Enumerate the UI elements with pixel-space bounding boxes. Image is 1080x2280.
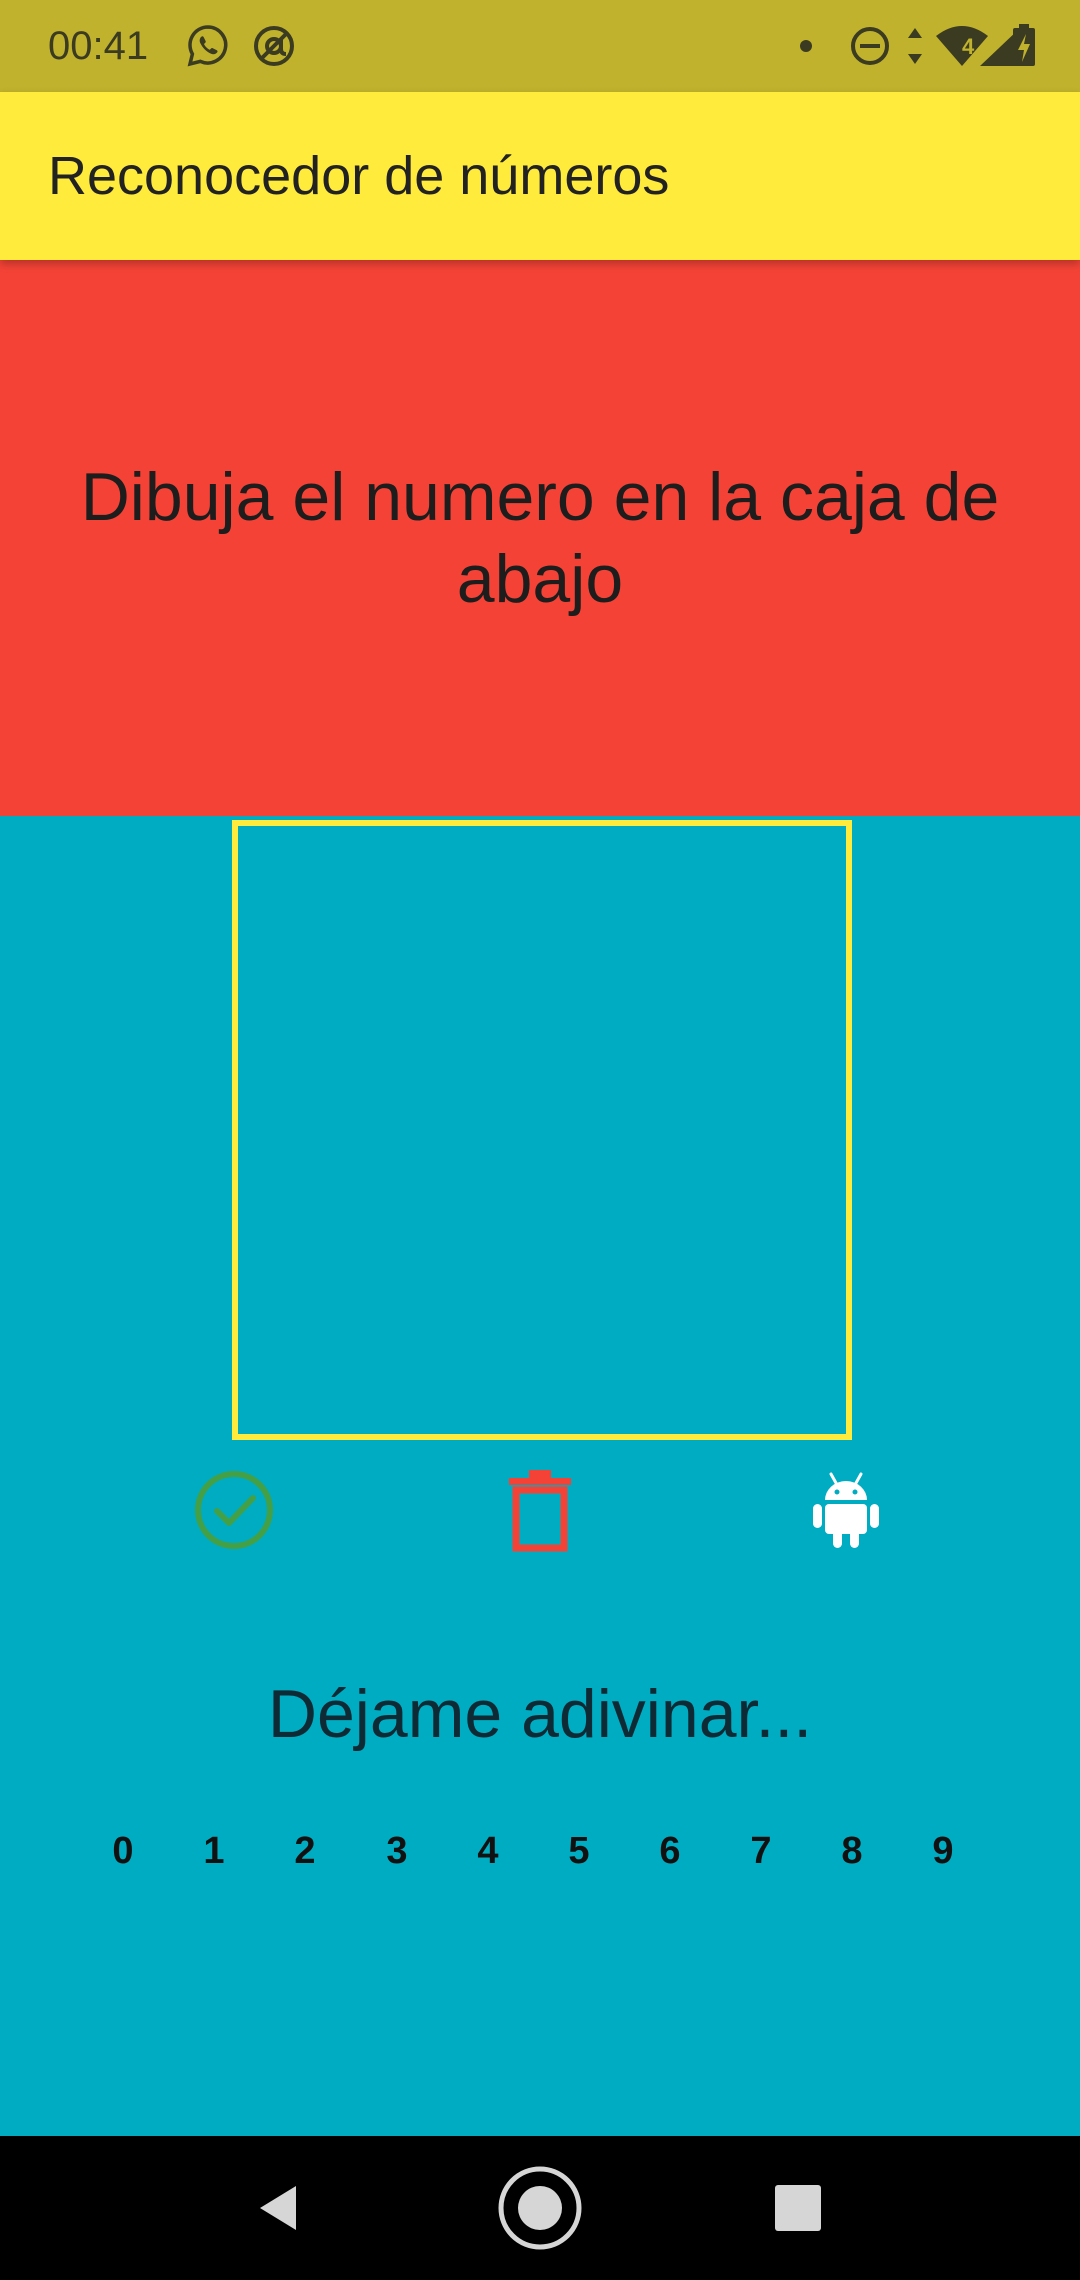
digit-4: 4	[477, 1830, 499, 1872]
navigation-bar	[0, 2136, 1080, 2280]
battery-charging-icon	[1013, 24, 1035, 66]
clear-button[interactable]	[492, 1462, 588, 1558]
digit-9: 9	[932, 1830, 954, 1872]
back-button[interactable]	[228, 2158, 328, 2258]
data-arrows-icon	[908, 28, 922, 64]
trash-icon	[509, 1470, 571, 1552]
digit-1: 1	[203, 1830, 225, 1872]
android-icon	[813, 1472, 879, 1548]
network-badge: 4	[962, 34, 975, 59]
digit-0: 0	[112, 1830, 134, 1872]
home-button[interactable]	[490, 2158, 590, 2258]
instruction-panel: Dibuja el numero en la caja de abajo	[0, 260, 1080, 816]
digit-8: 8	[841, 1830, 863, 1872]
app-title: Reconocedor de números	[48, 146, 670, 206]
at-sign-icon	[254, 26, 294, 66]
recents-icon	[775, 2185, 821, 2231]
digit-row: 0 1 2 3 4 5 6 7 8 9	[93, 1826, 1003, 1876]
home-icon	[498, 2166, 582, 2250]
digit-5: 5	[568, 1830, 590, 1872]
back-icon	[260, 2186, 296, 2230]
notification-dot-icon	[800, 40, 812, 52]
recents-button[interactable]	[748, 2158, 848, 2258]
app-bar: Reconocedor de números	[0, 92, 1080, 260]
confirm-button[interactable]	[186, 1462, 282, 1558]
digit-7: 7	[750, 1830, 772, 1872]
digit-6: 6	[659, 1830, 681, 1872]
digit-3: 3	[386, 1830, 408, 1872]
drawing-canvas[interactable]	[232, 820, 852, 1440]
instruction-text: Dibuja el numero en la caja de abajo	[80, 459, 1000, 617]
app-screen: 00:41 4 Reconocedor de números Dibuja el…	[0, 0, 1080, 2280]
predict-button[interactable]	[798, 1462, 894, 1558]
check-circle-icon	[195, 1471, 273, 1549]
status-bar: 00:41 4	[0, 0, 1080, 92]
guess-label: Déjame adivinar...	[267, 1676, 813, 1752]
status-time: 00:41	[48, 24, 149, 68]
do-not-disturb-icon	[851, 27, 889, 65]
digit-2: 2	[294, 1830, 316, 1872]
whatsapp-icon	[187, 25, 228, 67]
